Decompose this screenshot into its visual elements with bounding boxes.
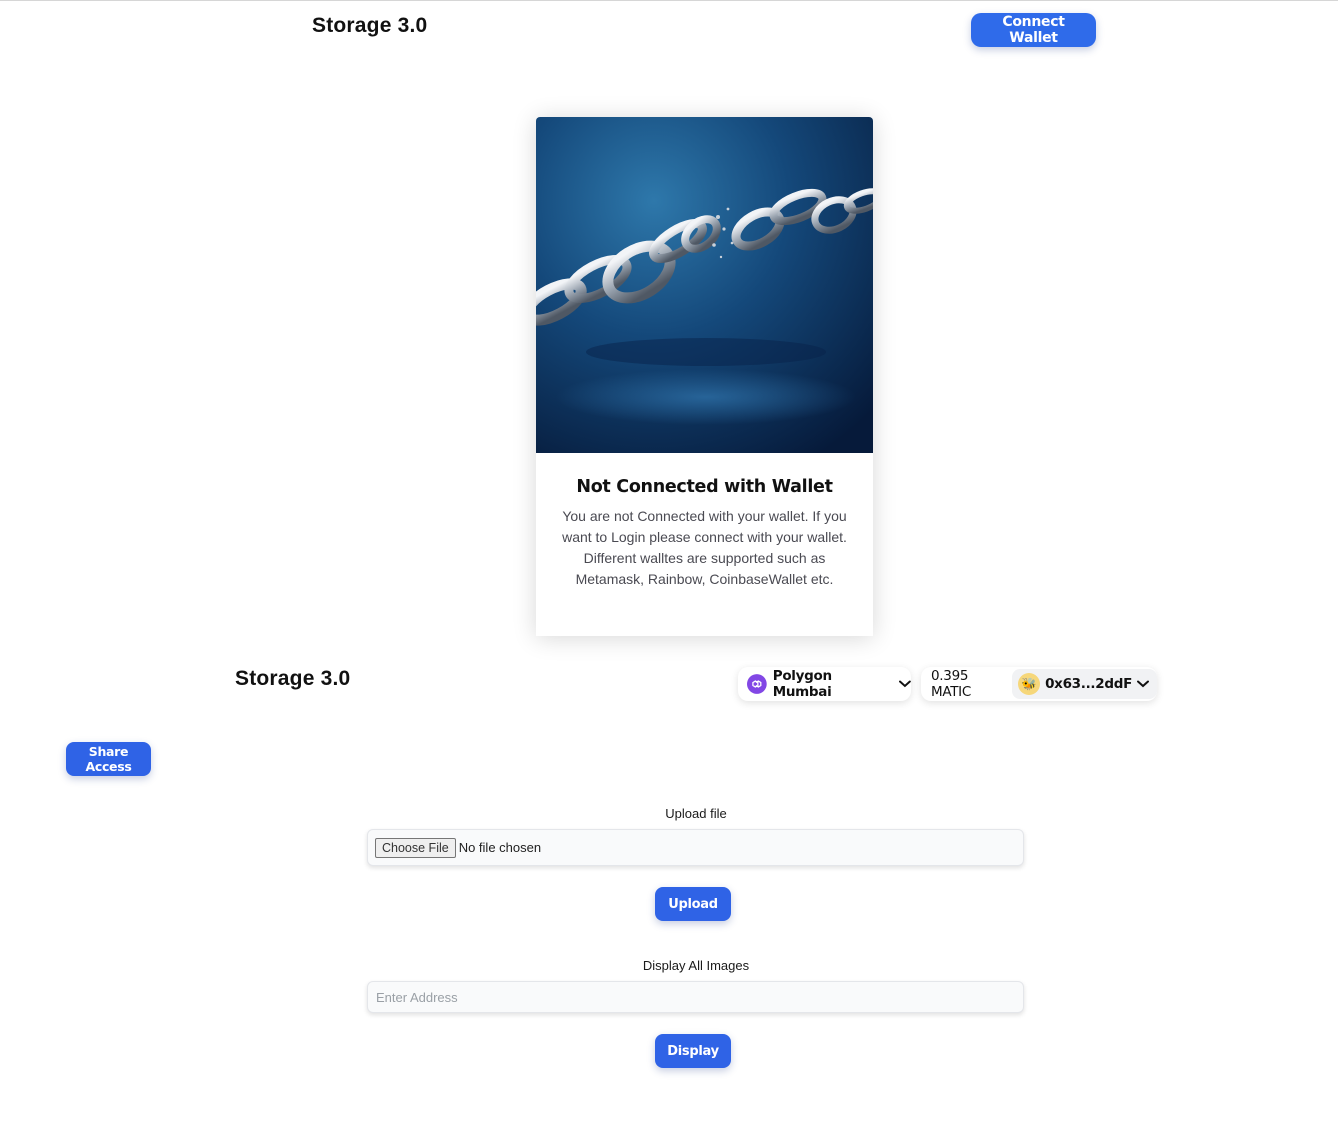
wallet-status-card: Not Connected with Wallet You are not Co… [536,117,873,636]
file-status-text: No file chosen [458,840,542,855]
app-title-secondary: Storage 3.0 [235,667,351,690]
address-input[interactable] [367,981,1024,1013]
connect-wallet-button[interactable]: Connect Wallet [971,13,1096,47]
share-access-button[interactable]: Share Access [66,742,151,776]
card-description: You are not Connected with your wallet. … [562,508,847,587]
card-title: Not Connected with Wallet [576,477,833,497]
file-input[interactable]: Choose File No file chosen [367,829,1024,866]
avatar-icon: 🐝 [1018,673,1041,695]
polygon-icon [747,674,767,694]
upload-button[interactable]: Upload [655,887,731,921]
top-divider [0,0,1338,1]
display-button[interactable]: Display [655,1034,731,1068]
account-address-chip[interactable]: 🐝 0x63...2ddF [1012,669,1157,699]
account-address: 0x63...2ddF [1045,676,1132,692]
network-selector[interactable]: Polygon Mumbai [738,667,911,701]
choose-file-button[interactable]: Choose File [375,837,456,858]
wallet-balance: 0.395 MATIC [931,668,971,700]
chevron-down-icon [899,680,911,688]
broken-chain-image [536,117,873,453]
network-name: Polygon Mumbai [772,668,832,700]
app-title: Storage 3.0 [312,14,428,37]
display-section-label: Display All Images [642,958,750,973]
account-button[interactable]: 0.395 MATIC 🐝 0x63...2ddF [921,667,1157,701]
chevron-down-icon [1137,680,1149,688]
upload-section-label: Upload file [665,806,727,821]
